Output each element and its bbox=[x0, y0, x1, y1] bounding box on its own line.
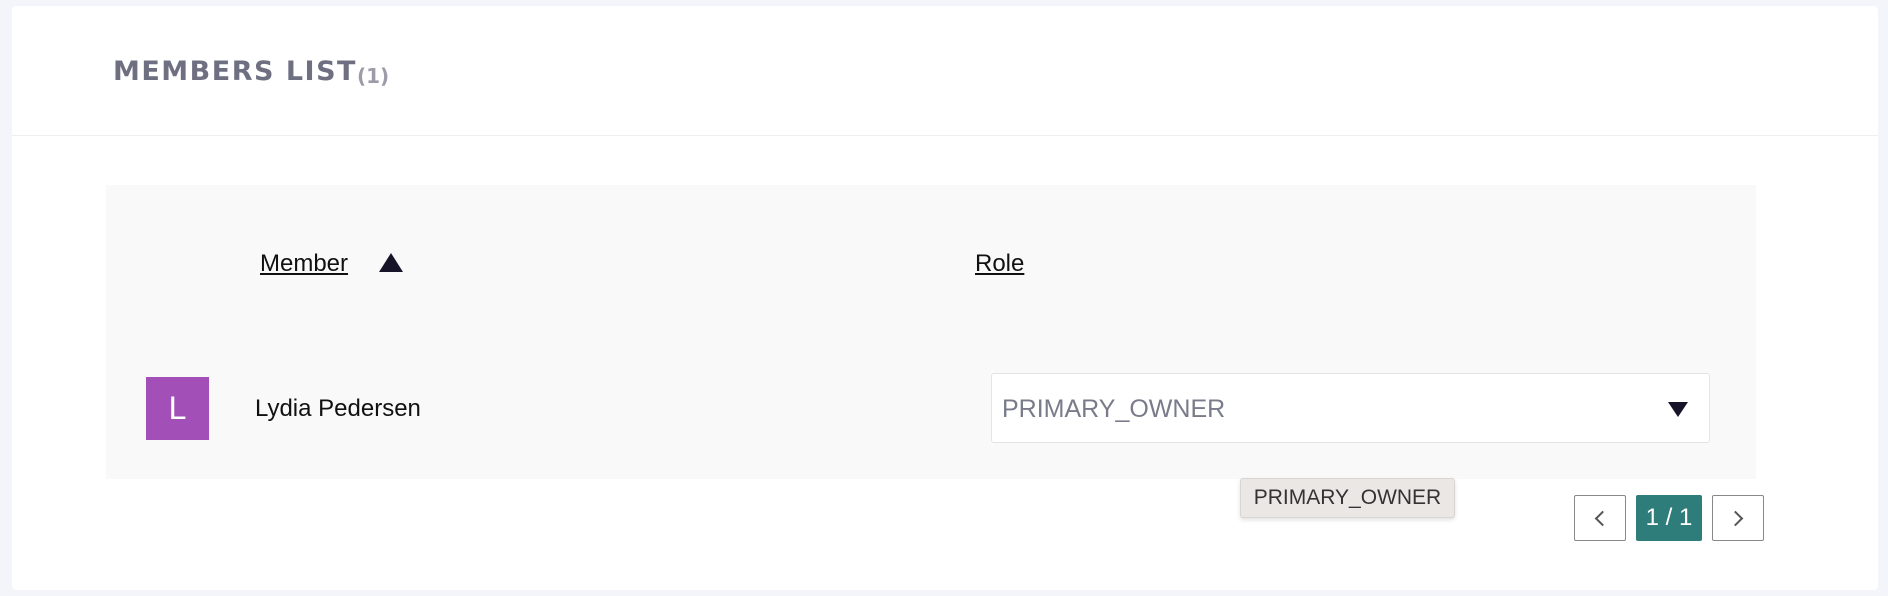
previous-page-button[interactable] bbox=[1574, 495, 1626, 541]
chevron-right-icon bbox=[1727, 510, 1744, 526]
member-count: (1) bbox=[357, 64, 390, 88]
role-select-value: PRIMARY_OWNER bbox=[1002, 395, 1226, 423]
sort-ascending-icon[interactable] bbox=[379, 253, 403, 272]
members-table: Member Role L Lydia Pedersen PRIMARY_OWN… bbox=[106, 185, 1756, 479]
role-tooltip: PRIMARY_OWNER bbox=[1240, 478, 1455, 518]
chevron-left-icon bbox=[1594, 510, 1611, 526]
column-header-role[interactable]: Role bbox=[975, 250, 1024, 278]
page-title: MEMBERS LIST bbox=[113, 56, 357, 87]
column-header-member[interactable]: Member bbox=[260, 250, 348, 278]
member-name: Lydia Pedersen bbox=[255, 395, 421, 422]
card-header: MEMBERS LIST (1) bbox=[12, 6, 1878, 136]
current-page-indicator[interactable]: 1 / 1 bbox=[1636, 495, 1702, 541]
avatar: L bbox=[146, 377, 209, 440]
next-page-button[interactable] bbox=[1712, 495, 1764, 541]
caret-down-icon bbox=[1668, 402, 1688, 417]
role-select[interactable]: PRIMARY_OWNER bbox=[991, 373, 1710, 443]
